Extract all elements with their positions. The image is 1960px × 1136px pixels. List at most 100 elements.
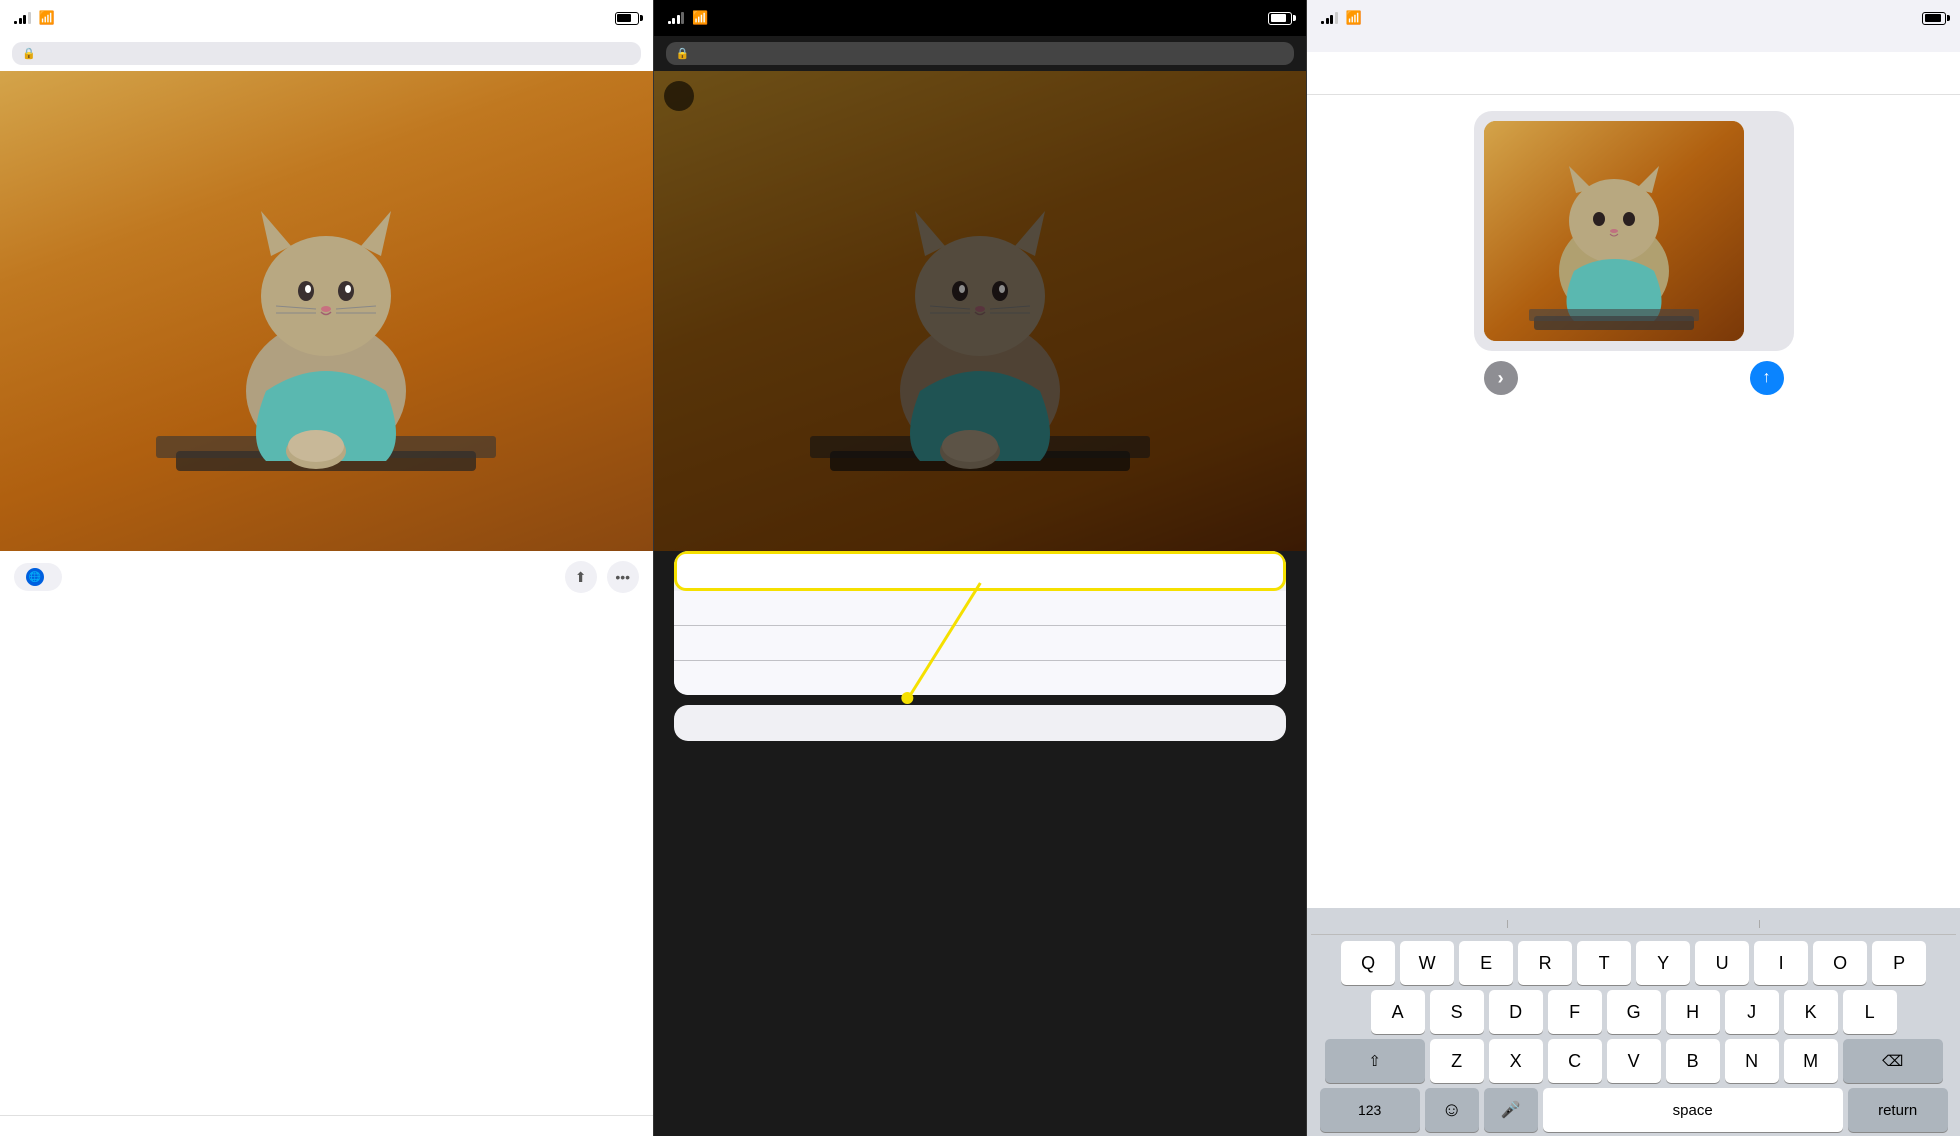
battery-icon-2 xyxy=(1268,12,1292,25)
info-panel-1: 🌐 ⬆ ••• xyxy=(0,551,653,1115)
dim-overlay xyxy=(654,71,1307,551)
emoji-key[interactable]: ☺ xyxy=(1425,1088,1479,1132)
url-bar-1[interactable]: 🔒 xyxy=(12,42,641,65)
giphy-badge-1[interactable]: 🌐 xyxy=(14,563,62,591)
status-bar-2: 📶 xyxy=(654,0,1307,36)
keyboard-row-4: 123 ☺ 🎤 space return xyxy=(1311,1088,1956,1132)
key-s[interactable]: S xyxy=(1430,990,1484,1034)
action-sheet xyxy=(674,551,1287,695)
related-bar-1 xyxy=(0,1115,653,1136)
lock-icon-2: 🔒 xyxy=(676,47,690,60)
key-o[interactable]: O xyxy=(1813,941,1867,985)
messages-header xyxy=(1307,36,1960,52)
context-menu-area xyxy=(654,551,1307,1136)
url-bar-2[interactable]: 🔒 xyxy=(666,42,1295,65)
delete-key[interactable]: ⌫ xyxy=(1843,1039,1943,1083)
status-carrier-1: 📶 xyxy=(14,10,55,26)
mic-key[interactable]: 🎤 xyxy=(1484,1088,1538,1132)
compose-area: › ↑ xyxy=(1307,95,1960,908)
cat-scene-1 xyxy=(0,71,653,551)
cancel-button[interactable] xyxy=(674,705,1287,741)
cat-gif-attachment xyxy=(1484,121,1744,341)
to-row xyxy=(1307,52,1960,95)
action-icons-1: ⬆ ••• xyxy=(565,561,639,593)
expand-button[interactable]: › xyxy=(1484,361,1518,395)
save-image-menu-item[interactable] xyxy=(674,591,1287,626)
suggestion-divider-1 xyxy=(1507,920,1508,928)
key-q[interactable]: Q xyxy=(1341,941,1395,985)
wifi-icon-3: 📶 xyxy=(1346,10,1362,26)
close-button-2[interactable] xyxy=(664,81,694,111)
key-c[interactable]: C xyxy=(1548,1039,1602,1083)
battery-2 xyxy=(1268,12,1292,25)
suggestion-is[interactable] xyxy=(1366,920,1398,928)
numbers-key[interactable]: 123 xyxy=(1320,1088,1420,1132)
shift-key[interactable]: ⇧ xyxy=(1325,1039,1425,1083)
key-w[interactable]: W xyxy=(1400,941,1454,985)
key-z[interactable]: Z xyxy=(1430,1039,1484,1083)
key-h[interactable]: H xyxy=(1666,990,1720,1034)
keyboard-row-1: Q W E R T Y U I O P xyxy=(1311,941,1956,985)
key-l[interactable]: L xyxy=(1843,990,1897,1034)
status-bar-1: 📶 xyxy=(0,0,653,36)
key-x[interactable]: X xyxy=(1489,1039,1543,1083)
cat-illustration-1 xyxy=(116,131,536,551)
signal-icon-3 xyxy=(1321,12,1338,24)
status-carrier-3: 📶 xyxy=(1321,10,1362,26)
key-j[interactable]: J xyxy=(1725,990,1779,1034)
copy-menu-item-highlighted[interactable] xyxy=(674,551,1287,591)
status-carrier-2: 📶 xyxy=(668,10,709,26)
wifi-icon-1: 📶 xyxy=(39,10,55,26)
to-input[interactable] xyxy=(1331,64,1944,82)
key-d[interactable]: D xyxy=(1489,990,1543,1034)
key-f[interactable]: F xyxy=(1548,990,1602,1034)
suggestions-row xyxy=(1311,914,1956,935)
key-b[interactable]: B xyxy=(1666,1039,1720,1083)
key-n[interactable]: N xyxy=(1725,1039,1779,1083)
send-button[interactable]: ↑ xyxy=(1750,361,1784,395)
key-v[interactable]: V xyxy=(1607,1039,1661,1083)
more-button-1[interactable]: ••• xyxy=(607,561,639,593)
gif-area-2 xyxy=(654,71,1307,551)
battery-icon-3 xyxy=(1922,12,1946,25)
suggestion-was[interactable] xyxy=(1618,920,1650,928)
battery-icon-1 xyxy=(615,12,639,25)
key-k[interactable]: K xyxy=(1784,990,1838,1034)
key-r[interactable]: R xyxy=(1518,941,1572,985)
status-bar-3: 📶 xyxy=(1307,0,1960,36)
key-t[interactable]: T xyxy=(1577,941,1631,985)
keyboard-row-3: ⇧ Z X C V B N M ⌫ xyxy=(1311,1039,1956,1083)
battery-3 xyxy=(1922,12,1946,25)
suggestion-divider-2 xyxy=(1759,920,1760,928)
space-key[interactable]: space xyxy=(1543,1088,1843,1132)
key-a[interactable]: A xyxy=(1371,990,1425,1034)
gif-area-1 xyxy=(0,71,653,551)
return-key[interactable]: return xyxy=(1848,1088,1948,1132)
panel-messages: 📶 xyxy=(1307,0,1960,1136)
panel-context-menu: 📶 🔒 xyxy=(653,0,1308,1136)
source-row-1: 🌐 ⬆ ••• xyxy=(14,561,639,593)
suggestion-has[interactable] xyxy=(1869,920,1901,928)
key-m[interactable]: M xyxy=(1784,1039,1838,1083)
download-menu-item[interactable] xyxy=(674,661,1287,695)
key-y[interactable]: Y xyxy=(1636,941,1690,985)
cat-thumbnail-svg xyxy=(1484,121,1744,341)
key-g[interactable]: G xyxy=(1607,990,1661,1034)
giphy-globe-icon: 🌐 xyxy=(26,568,44,586)
share-button-1[interactable]: ⬆ xyxy=(565,561,597,593)
key-p[interactable]: P xyxy=(1872,941,1926,985)
key-i[interactable]: I xyxy=(1754,941,1808,985)
key-e[interactable]: E xyxy=(1459,941,1513,985)
key-u[interactable]: U xyxy=(1695,941,1749,985)
expand-icon: › xyxy=(1498,368,1504,389)
wifi-icon-2: 📶 xyxy=(692,10,708,26)
panel-google-search: 📶 🔒 xyxy=(0,0,653,1136)
battery-1 xyxy=(615,12,639,25)
signal-icon-1 xyxy=(14,12,31,24)
signal-icon-2 xyxy=(668,12,685,24)
keyboard-row-2: A S D F G H J K L xyxy=(1311,990,1956,1034)
send-icon: ↑ xyxy=(1763,369,1771,387)
message-bubble xyxy=(1474,111,1794,351)
lock-icon-1: 🔒 xyxy=(22,47,36,60)
copy-menu-item[interactable] xyxy=(674,626,1287,661)
